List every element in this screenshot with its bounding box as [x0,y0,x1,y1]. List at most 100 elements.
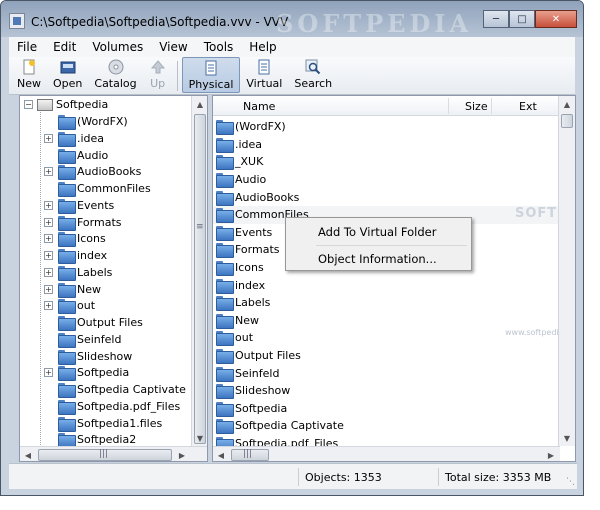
list-vertical-scrollbar[interactable]: ▲ ▼ [558,96,575,446]
total-size: Total size: 3353 MB [438,468,572,486]
tree-item[interactable]: CommonFiles [20,180,151,197]
scroll-left-icon[interactable]: ◀ [20,447,36,461]
folder-tree[interactable]: − Softpedia (WordFX) + .idea Audio + AudioBoo… [19,95,208,462]
tree-item[interactable]: + Icons [20,230,106,248]
object-information-item[interactable]: Object Information... [288,247,469,271]
tree-item[interactable]: Output Files [20,314,143,331]
search-button[interactable]: Search [288,57,338,93]
tree-item-label: Softpedia [77,366,130,380]
tree-item[interactable]: + .idea [20,130,104,147]
physical-view-button[interactable]: Physical [181,57,241,93]
tree-item[interactable]: Softpedia Captivate [20,381,186,398]
physical-view-icon [202,60,220,76]
list-item[interactable]: Slideshow [213,382,560,400]
list-item[interactable]: Labels [213,294,560,312]
list-item[interactable]: AudioBooks [213,188,560,206]
tree-item[interactable]: + AudioBooks [20,163,141,181]
expand-icon[interactable]: + [44,167,53,177]
expand-icon[interactable]: + [44,234,53,244]
up-button[interactable]: Up [143,57,173,93]
list-item[interactable]: Softpedia Captivate [213,417,560,435]
list-item[interactable]: _XUK [213,153,560,171]
menu-view[interactable]: View [151,40,195,54]
menu-file[interactable]: File [9,40,45,54]
scroll-left-icon[interactable]: ◀ [213,447,229,461]
menu-volumes[interactable]: Volumes [84,40,151,54]
scroll-right-icon[interactable]: ▶ [543,447,559,461]
open-button[interactable]: Open [47,57,88,93]
tree-item[interactable]: Softpedia.pdf_Files [20,398,180,415]
expand-icon[interactable]: + [44,133,53,143]
folder-icon [58,115,76,130]
menu-tools[interactable]: Tools [196,40,242,54]
column-divider[interactable] [448,98,449,114]
tree-item[interactable]: + Softpedia [20,364,130,382]
resize-grip-icon[interactable]: ⋱ [566,477,575,487]
expand-icon[interactable]: + [44,368,53,378]
expand-icon[interactable]: + [44,217,53,227]
folder-icon [58,316,76,331]
tree-vertical-scrollbar[interactable]: ▲ ≡ ▼ [191,96,207,446]
list-item[interactable]: .idea [213,136,560,154]
list-item[interactable]: Seinfeld [213,364,560,382]
collapse-icon[interactable]: − [24,100,33,109]
add-to-virtual-folder-item[interactable]: Add To Virtual Folder [288,220,469,244]
column-size[interactable]: Size [465,100,488,113]
expand-icon[interactable]: + [44,251,53,260]
tree-scroll-thumb[interactable] [194,114,206,444]
expand-icon[interactable]: + [44,301,53,311]
list-item[interactable]: index [213,276,560,294]
list-item-label: Output Files [235,349,301,363]
scroll-up-icon[interactable]: ▲ [192,96,207,112]
folder-icon [58,416,76,432]
list-item[interactable]: Softpedia [213,400,560,418]
folder-icon [216,278,234,294]
virtual-view-button[interactable]: Virtual [240,57,288,93]
tree-item-label: Slideshow [77,349,133,363]
tree-root[interactable]: − Softpedia [24,96,108,113]
list-item[interactable]: New [213,312,560,330]
expand-icon[interactable]: + [44,267,53,277]
expand-icon[interactable]: + [44,200,53,210]
tree-item-label: Seinfeld [77,332,122,346]
scroll-down-icon[interactable]: ▼ [192,430,207,446]
folder-icon [216,349,234,365]
folder-icon [216,137,234,153]
scroll-right-icon[interactable]: ▶ [174,447,190,461]
column-divider[interactable] [491,98,492,114]
catalog-button[interactable]: Catalog [88,57,142,93]
tree-item[interactable]: + Formats [20,214,122,231]
tree-item[interactable]: Audio [20,147,108,164]
list-item[interactable]: (WordFX) [213,118,560,136]
scroll-up-icon[interactable]: ▲ [559,96,575,112]
tree-item[interactable]: + Events [20,197,114,214]
maximize-button[interactable]: □ [509,10,535,28]
list-item[interactable]: Output Files [213,347,560,365]
scroll-down-icon[interactable]: ▼ [559,430,575,446]
menu-edit[interactable]: Edit [45,40,84,54]
new-button[interactable]: New [11,57,47,93]
tree-item[interactable]: (WordFX) [20,113,128,130]
tree-item[interactable]: Slideshow [20,348,132,365]
tree-item[interactable]: + New [20,281,101,298]
close-button[interactable]: ✕ [535,10,577,28]
column-ext[interactable]: Ext [519,100,537,113]
tree-item[interactable]: + Labels [20,264,112,281]
status-cell-empty [9,468,292,486]
tree-item[interactable]: + index [20,247,107,264]
title-bar[interactable]: C:\Softpedia\Softpedia\Softpedia.vvv - V… [1,1,583,38]
list-scroll-thumb[interactable] [561,114,573,128]
menu-help[interactable]: Help [241,40,284,54]
folder-icon [216,401,234,417]
tree-item[interactable]: Seinfeld [20,331,121,348]
tree-item[interactable]: + out [20,297,95,315]
tree-horizontal-scrollbar[interactable]: ◀ ||| ▶ [20,446,207,461]
list-item[interactable]: Audio [213,171,560,189]
expand-icon[interactable]: + [44,284,53,294]
tree-item[interactable]: Softpedia1.files [20,415,162,432]
list-horizontal-scrollbar[interactable]: ◀ ||| ▶ [213,446,560,461]
minimize-button[interactable]: ─ [483,10,509,28]
tree-item-label: Softpedia2 [77,433,137,447]
file-list[interactable]: Name Size Ext (WordFX) .idea _XUK Audio Audi… [212,95,576,462]
column-name[interactable]: Name [243,100,275,113]
